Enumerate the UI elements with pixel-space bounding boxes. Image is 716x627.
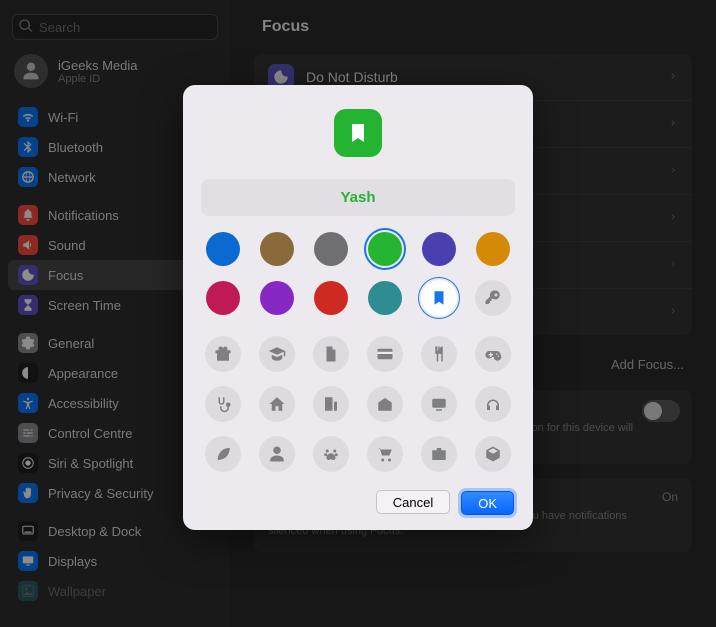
color-orange[interactable] [476, 232, 510, 266]
ok-button[interactable]: OK [461, 491, 514, 515]
glyph-document[interactable] [313, 336, 349, 372]
color-brown[interactable] [260, 232, 294, 266]
color-pink[interactable] [206, 281, 240, 315]
glyph-grid [183, 330, 533, 478]
modal-preview-icon [334, 109, 382, 157]
glyph-key[interactable] [475, 280, 511, 316]
glyph-briefcase[interactable] [421, 436, 457, 472]
color-teal[interactable] [368, 281, 402, 315]
glyph-utensils[interactable] [421, 336, 457, 372]
glyph-person[interactable] [259, 436, 295, 472]
glyph-headphones[interactable] [475, 386, 511, 422]
color-indigo[interactable] [422, 232, 456, 266]
color-red[interactable] [314, 281, 348, 315]
glyph-cart[interactable] [367, 436, 403, 472]
color-gray[interactable] [314, 232, 348, 266]
color-grid [183, 226, 533, 322]
glyph-card[interactable] [367, 336, 403, 372]
focus-config-modal: Yash Cancel OK [183, 85, 533, 530]
color-blue[interactable] [206, 232, 240, 266]
glyph-bookmark[interactable] [421, 280, 457, 316]
glyph-box[interactable] [475, 436, 511, 472]
glyph-gift[interactable] [205, 336, 241, 372]
glyph-home[interactable] [259, 386, 295, 422]
color-purple[interactable] [260, 281, 294, 315]
glyph-paw[interactable] [313, 436, 349, 472]
color-green[interactable] [368, 232, 402, 266]
glyph-graduation[interactable] [259, 336, 295, 372]
glyph-building[interactable] [313, 386, 349, 422]
glyph-columns[interactable] [367, 386, 403, 422]
focus-name-field[interactable]: Yash [201, 179, 515, 216]
cancel-button[interactable]: Cancel [376, 490, 450, 514]
glyph-leaf[interactable] [205, 436, 241, 472]
glyph-game[interactable] [475, 336, 511, 372]
glyph-stethoscope[interactable] [205, 386, 241, 422]
glyph-tv[interactable] [421, 386, 457, 422]
